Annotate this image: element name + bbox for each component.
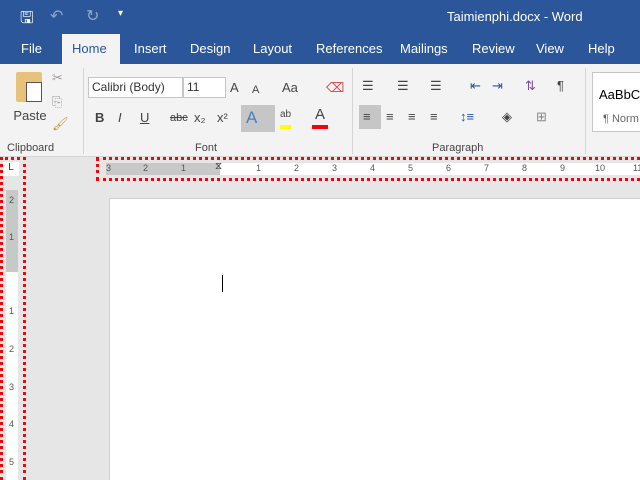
horizontal-ruler-highlight xyxy=(96,157,640,181)
underline-button[interactable]: U xyxy=(140,108,149,128)
change-case-button[interactable]: Aa xyxy=(282,78,298,98)
tab-mailings[interactable]: Mailings xyxy=(390,34,458,64)
tab-layout[interactable]: Layout xyxy=(243,34,302,64)
undo-icon[interactable]: ↶ xyxy=(50,6,63,26)
redo-icon[interactable]: ↻ xyxy=(86,6,99,26)
highlight-button[interactable]: ab xyxy=(280,105,292,129)
increase-indent-icon[interactable]: ⇥ xyxy=(492,76,503,96)
tab-insert[interactable]: Insert xyxy=(124,34,177,64)
multilevel-list-icon[interactable]: ☰ xyxy=(430,76,442,96)
shrink-font-button[interactable]: A xyxy=(252,80,259,100)
decrease-indent-icon[interactable]: ⇤ xyxy=(470,76,481,96)
cut-icon[interactable]: ✂ xyxy=(52,68,63,88)
sort-icon[interactable]: ⇅ xyxy=(525,76,536,96)
tab-home[interactable]: Home xyxy=(62,34,120,64)
text-cursor xyxy=(222,275,223,292)
ribbon-tabs: File Home Insert Design Layout Reference… xyxy=(0,34,640,64)
superscript-button[interactable]: x² xyxy=(217,108,228,128)
bold-button[interactable]: B xyxy=(95,108,104,128)
font-name-select[interactable]: Calibri (Body) xyxy=(88,77,183,98)
vertical-ruler-highlight xyxy=(0,157,26,480)
strikethrough-button[interactable]: abc xyxy=(170,108,188,128)
title-bar: 🖫 ↶ ↻ ▾ Taimienphi.docx - Word xyxy=(0,0,640,34)
save-icon[interactable]: 🖫 xyxy=(20,7,34,34)
italic-button[interactable]: I xyxy=(118,108,122,128)
ribbon: Paste ✂ ⎘ 🖌 Clipboard Calibri (Body) 11 … xyxy=(0,64,640,157)
copy-icon[interactable]: ⎘ xyxy=(52,92,62,112)
group-label-paragraph: Paragraph xyxy=(432,142,484,154)
align-right-icon[interactable]: ≡ xyxy=(408,107,416,127)
group-label-font: Font xyxy=(195,142,218,154)
tab-review[interactable]: Review xyxy=(462,34,525,64)
style-normal[interactable]: AaBbC ¶ Norm xyxy=(592,72,640,132)
subscript-button[interactable]: x₂ xyxy=(194,108,206,128)
line-spacing-icon[interactable]: ↕≡ xyxy=(460,107,474,127)
shading-icon[interactable]: ◈ xyxy=(502,107,512,127)
align-left-icon[interactable]: ≡ xyxy=(359,105,381,129)
tab-design[interactable]: Design xyxy=(180,34,240,64)
customize-qat-icon[interactable]: ▾ xyxy=(118,8,123,19)
font-color-button[interactable]: A xyxy=(312,105,328,129)
group-label-clipboard: Clipboard xyxy=(7,142,55,154)
grow-font-button[interactable]: A xyxy=(230,78,239,98)
borders-icon[interactable]: ⊞ xyxy=(536,107,547,127)
justify-icon[interactable]: ≡ xyxy=(430,107,438,127)
tab-file[interactable]: File xyxy=(11,34,52,64)
tab-references[interactable]: References xyxy=(306,34,392,64)
format-painter-icon[interactable]: 🖌 xyxy=(52,114,69,134)
numbering-icon[interactable]: ☰ xyxy=(397,76,409,96)
window-title: Taimienphi.docx - Word xyxy=(447,9,583,24)
show-marks-icon[interactable]: ¶ xyxy=(557,76,564,96)
clear-formatting-icon[interactable]: ⌫ xyxy=(326,78,344,98)
bullets-icon[interactable]: ☰ xyxy=(362,76,374,96)
align-center-icon[interactable]: ≡ xyxy=(386,107,394,127)
paste-button[interactable]: Paste xyxy=(10,106,50,126)
tab-view[interactable]: View xyxy=(526,34,574,64)
tab-help[interactable]: Help xyxy=(578,34,625,64)
document-page[interactable] xyxy=(109,198,640,480)
font-size-select[interactable]: 11 xyxy=(183,77,226,98)
paste-icon[interactable] xyxy=(16,72,42,102)
text-effects-button[interactable]: A xyxy=(241,105,275,132)
